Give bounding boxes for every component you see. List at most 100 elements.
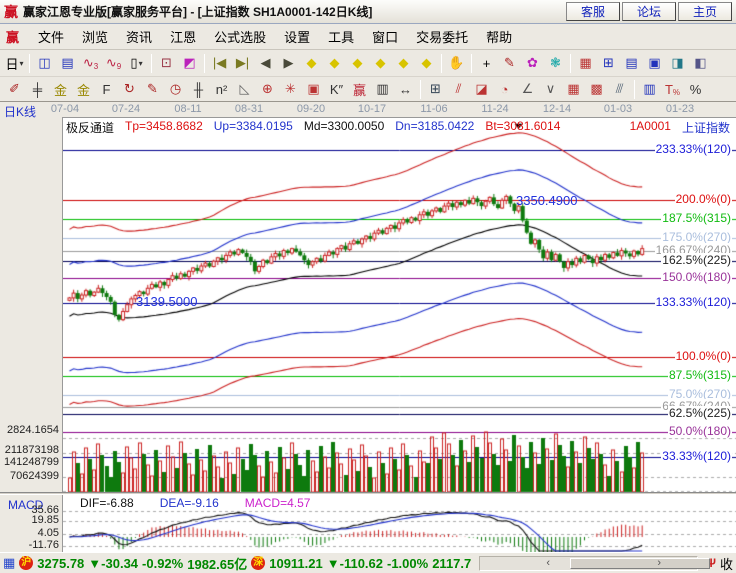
gann-diamond-2-icon[interactable]: ◆ (323, 53, 346, 74)
grid-tool-icon[interactable]: ▦ (562, 79, 585, 100)
percent-icon[interactable]: % (684, 79, 707, 100)
panel-type-label: 日K线 (4, 103, 36, 120)
fan-lines-icon[interactable]: ⫽ (447, 79, 470, 100)
menu-item-浏览[interactable]: 浏览 (73, 24, 117, 49)
gann-diamond-6-icon[interactable]: ◆ (415, 53, 438, 74)
macd-scale-label: 19.85 (1, 514, 59, 526)
draw-line-icon[interactable]: ✎ (498, 53, 521, 74)
printer-icon[interactable]: ◧ (689, 53, 712, 74)
gann-diamond-5-icon[interactable]: ◆ (392, 53, 415, 74)
gold-ratio-icon[interactable]: 金 (49, 79, 72, 100)
price-chart-canvas[interactable] (62, 117, 736, 553)
customer-service-button[interactable]: 客服 (566, 2, 620, 21)
prev-page-icon[interactable]: ◀ (254, 53, 277, 74)
next-page-icon[interactable]: ▶ (277, 53, 300, 74)
ruler-ticks-icon[interactable]: ╫ (187, 79, 210, 100)
date-tick-10-17: 10-17 (358, 103, 386, 115)
fibonacci-f-icon[interactable]: F (95, 79, 118, 100)
chart-region: 07-0407-2408-1108-3109-2010-1711-0611-24… (0, 102, 736, 552)
first-page-icon[interactable]: |◀ (208, 53, 231, 74)
n-square-icon[interactable]: n² (210, 79, 233, 100)
scroll-left-arrow[interactable]: ‹ (540, 557, 556, 570)
date-tick-09-20: 09-20 (297, 103, 325, 115)
horizontal-scrollbar[interactable]: ‹ › (479, 556, 698, 571)
menu-item-江恩[interactable]: 江恩 (161, 24, 205, 49)
gann-ruler-icon[interactable]: ╪ (26, 79, 49, 100)
pan-hand-icon[interactable]: ✋ (445, 53, 468, 74)
menu-logo: 赢 (6, 27, 19, 46)
date-tick-12-14: 12-14 (543, 103, 571, 115)
width-measure-icon[interactable]: ↔ (394, 79, 417, 100)
candle-style-selector[interactable]: ▯▾ (125, 53, 148, 74)
arc-fan-icon[interactable]: ◔ (493, 79, 516, 100)
quote-grid-icon[interactable]: ▦ (3, 555, 15, 571)
date-tick-08-31: 08-31 (235, 103, 263, 115)
calculator-icon[interactable]: ⊞ (597, 53, 620, 74)
menu-item-资讯[interactable]: 资讯 (117, 24, 161, 49)
period-selector[interactable]: 日▾ (3, 53, 26, 74)
date-axis: 07-0407-2408-1108-3109-2010-1711-0611-24… (0, 102, 736, 117)
cycle-clock-icon[interactable]: ◷ (164, 79, 187, 100)
menu-item-工具[interactable]: 工具 (319, 24, 363, 49)
status-bar: ▦ 沪 3275.78 ▼-30.34 -0.92% 1982.65亿 深 10… (0, 552, 736, 573)
v-shape-icon[interactable]: ∨ (539, 79, 562, 100)
forum-button[interactable]: 论坛 (622, 2, 676, 21)
menu-item-设置[interactable]: 设置 (275, 24, 319, 49)
t-percent-icon[interactable]: T% (661, 79, 684, 100)
shaded-fan-icon[interactable]: ◪ (470, 79, 493, 100)
sz-index-change: ▼-110.62 (327, 556, 383, 571)
gann-diamond-3-icon[interactable]: ◆ (346, 53, 369, 74)
menu-item-窗口[interactable]: 窗口 (363, 24, 407, 49)
menu-item-公式选股[interactable]: 公式选股 (205, 24, 275, 49)
pen-tool-icon[interactable]: ✎ (141, 79, 164, 100)
menu-bar: 赢 文件浏览资讯江恩公式选股设置工具窗口交易委托帮助 (0, 24, 736, 50)
notepad-icon[interactable]: ▤ (620, 53, 643, 74)
gann-diamond-4-icon[interactable]: ◆ (369, 53, 392, 74)
menu-item-文件[interactable]: 文件 (29, 24, 73, 49)
toolbar-drawing: ✐╪金金F↻✎◷╫n²◺⊕✳▣K″赢▥↔⊞⫽◪◔∠∨▦▩⫻▥T%% (0, 77, 736, 102)
toolbar-separator (204, 54, 205, 73)
scroll-right-arrow[interactable]: › (651, 557, 667, 570)
scale-compare-icon[interactable]: ▥ (638, 79, 661, 100)
homepage-button[interactable]: 主页 (678, 2, 732, 21)
stock-pool-icon[interactable]: ⊡ (155, 53, 178, 74)
square-target-icon[interactable]: ▣ (302, 79, 325, 100)
circle-cross-icon[interactable]: ⊕ (256, 79, 279, 100)
festival-marker-icon[interactable]: ✿ (521, 53, 544, 74)
sz-index-pct: -1.00% (387, 556, 428, 571)
parallel-lines-icon[interactable]: ⫻ (608, 79, 631, 100)
k-quote-icon[interactable]: K″ (325, 79, 348, 100)
market-map-icon[interactable]: ◫ (33, 53, 56, 74)
menu-item-帮助[interactable]: 帮助 (477, 24, 521, 49)
angle-mirror-icon[interactable]: ◺ (233, 79, 256, 100)
panel-divider[interactable] (0, 492, 736, 495)
toolbar-separator (634, 80, 635, 99)
network-icon[interactable]: ◨ (666, 53, 689, 74)
scrollbar-thumb[interactable] (570, 558, 710, 569)
volume-scale-label: 70624399 (1, 470, 59, 482)
ruler-123-icon[interactable]: ▥ (371, 79, 394, 100)
volume-scale-label: 211873198 (1, 444, 59, 456)
last-page-icon[interactable]: ▶| (231, 53, 254, 74)
star-target-icon[interactable]: ✳ (279, 79, 302, 100)
volume-scale-label: 141248799 (1, 456, 59, 468)
save-icon[interactable]: ▣ (643, 53, 666, 74)
gann-diamond-1-icon[interactable]: ◆ (300, 53, 323, 74)
win-tool-icon[interactable]: 赢 (348, 79, 371, 100)
brush-icon[interactable]: ✐ (3, 79, 26, 100)
box-grid-icon[interactable]: ⊞ (424, 79, 447, 100)
calendar-icon[interactable]: ▦ (574, 53, 597, 74)
status-right-label: 收 (720, 554, 733, 573)
knot-marker-icon[interactable]: ❃ (544, 53, 567, 74)
spiral-icon[interactable]: ↻ (118, 79, 141, 100)
wave-3-icon[interactable]: ∿3 (79, 53, 102, 74)
crosshair-icon[interactable]: + (475, 53, 498, 74)
menu-item-交易委托[interactable]: 交易委托 (407, 24, 477, 49)
grid-axis-icon[interactable]: ▩ (585, 79, 608, 100)
gold-ratio-2-icon[interactable]: 金 (72, 79, 95, 100)
sz-index-amount: 2117.7 (432, 556, 471, 571)
report-list-icon[interactable]: ▤ (56, 53, 79, 74)
wave-9-icon[interactable]: ∿9 (102, 53, 125, 74)
trend-angle-icon[interactable]: ∠ (516, 79, 539, 100)
colored-kline-icon[interactable]: ◩ (178, 53, 201, 74)
